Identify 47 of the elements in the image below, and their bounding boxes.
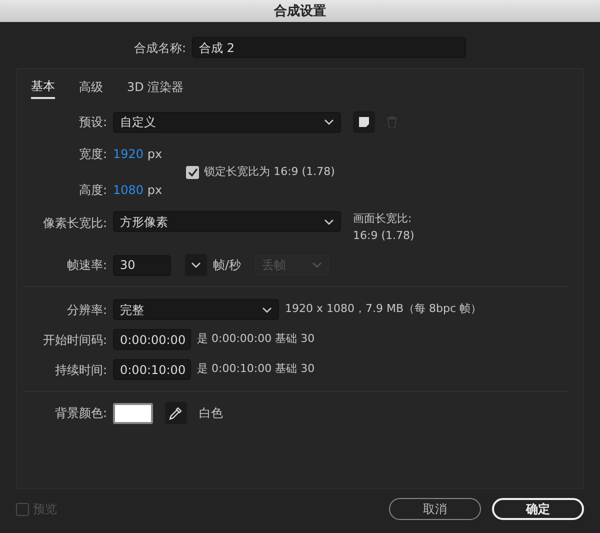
eyedropper-button[interactable]: [165, 402, 187, 424]
window-title: 合成设置: [274, 4, 326, 18]
checkbox-label: 锁定长宽比为 16:9 (1.78): [204, 164, 335, 180]
unit-label: px: [147, 183, 162, 197]
checkbox[interactable]: [186, 166, 200, 178]
cancel-button[interactable]: 取消: [389, 498, 481, 520]
tab[interactable]: 3D 渲染器: [127, 75, 184, 99]
info-text: 是 0:00:10:00 基础 30: [197, 361, 315, 378]
field-label: 画面长宽比:: [353, 211, 413, 227]
field-label: 合成名称:: [134, 40, 186, 56]
preset-dropdown[interactable]: 自定义: [113, 112, 341, 132]
tab[interactable]: 高级: [79, 75, 103, 99]
info-text: 是 0:00:00:00 基础 30: [197, 331, 315, 348]
frame-rate-field[interactable]: 30: [113, 254, 171, 276]
duration-field[interactable]: 0:00:10:00: [113, 359, 191, 380]
field-label: 帧速率:: [66, 257, 107, 274]
field-label: 分辨率:: [66, 302, 107, 318]
field-label: 宽度:: [78, 146, 107, 163]
field-label: 预设:: [78, 114, 107, 131]
frame-rate-menu-button[interactable]: [185, 254, 207, 276]
color-name: 白色: [199, 405, 223, 422]
unit-label: px: [147, 147, 162, 161]
field-label: 像素长宽比:: [42, 215, 107, 232]
resolution-dropdown[interactable]: 完整: [113, 299, 279, 320]
field-label: 高度:: [78, 182, 107, 199]
unit-label: 帧/秒: [213, 257, 242, 274]
page-icon: [358, 116, 370, 128]
field-label: 开始时间码:: [42, 332, 107, 348]
info-text: 1920 x 1080，7.9 MB（每 8bpc 帧）: [285, 301, 482, 318]
tab[interactable]: 基本: [31, 75, 55, 99]
ok-button[interactable]: 确定: [492, 498, 584, 520]
chevron-icon: [191, 262, 201, 268]
value-text[interactable]: 1080: [113, 183, 144, 197]
chevron-icon: [324, 119, 334, 125]
chevron-icon: [262, 306, 272, 312]
field-label: 背景颜色:: [54, 405, 107, 422]
chevron-icon: [312, 262, 322, 268]
value-text: 16:9 (1.78): [353, 228, 414, 244]
field-label: 持续时间:: [54, 362, 107, 378]
color-swatch[interactable]: [113, 402, 153, 424]
chevron-icon: [324, 218, 334, 224]
value-text[interactable]: 1920: [113, 147, 144, 161]
pixel-aspect-dropdown[interactable]: 方形像素: [113, 211, 341, 232]
timecode-field[interactable]: 0:00:00:00: [113, 329, 191, 350]
name-field[interactable]: 合成 2: [192, 37, 466, 58]
new-preset-button[interactable]: [353, 111, 375, 133]
eyedropper-icon: [169, 406, 183, 420]
